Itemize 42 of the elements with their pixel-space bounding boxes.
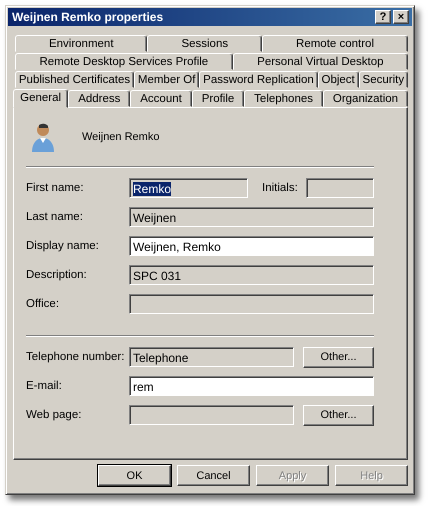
window-title: Weijnen Remko properties <box>12 10 164 24</box>
tab[interactable]: Remote Desktop Services Profile <box>15 53 233 70</box>
tab[interactable]: Organization <box>322 90 408 107</box>
field-label: Description: <box>26 269 88 281</box>
tab[interactable]: Account <box>130 90 192 107</box>
field-label: Initials: <box>262 182 298 194</box>
dialog-button[interactable]: OK <box>98 465 171 486</box>
field-label: Display name: <box>26 240 100 252</box>
text-field[interactable]: Weijnen, Remko <box>129 236 374 256</box>
dialog-button[interactable]: Cancel <box>177 465 250 486</box>
field-label: E-mail: <box>26 380 63 392</box>
tab[interactable]: Sessions <box>147 35 262 52</box>
tab[interactable]: Personal Virtual Desktop <box>232 53 408 70</box>
text-field[interactable] <box>306 178 374 198</box>
tab[interactable]: Password Replication <box>199 71 318 88</box>
text-field[interactable] <box>129 294 374 314</box>
other-button[interactable]: Other... <box>303 346 374 368</box>
help-button[interactable]: ? <box>375 10 391 24</box>
tab[interactable]: Remote control <box>262 35 408 52</box>
other-button[interactable]: Other... <box>303 404 374 426</box>
tab[interactable]: Published Certificates <box>15 71 134 88</box>
user-name: Weijnen Remko <box>82 131 160 143</box>
text-field[interactable] <box>129 405 294 425</box>
field-label: Web page: <box>26 409 82 421</box>
text-field[interactable]: Weijnen <box>129 207 374 227</box>
tab[interactable]: Address <box>68 90 130 107</box>
field-label: Telephone number: <box>26 351 126 363</box>
field-label: Last name: <box>26 211 84 223</box>
tab[interactable]: Profile <box>192 90 244 107</box>
field-label: First name: <box>26 182 85 194</box>
tab[interactable]: Security <box>358 71 408 88</box>
tab[interactable]: Environment <box>15 35 148 52</box>
tab[interactable]: Object <box>318 71 359 88</box>
text-field[interactable]: rem <box>129 376 374 396</box>
text-field[interactable]: SPC 031 <box>129 265 374 285</box>
field-label: Office: <box>26 298 60 310</box>
text-field[interactable]: Telephone <box>129 347 294 367</box>
tab[interactable]: Telephones <box>244 90 323 107</box>
tab[interactable]: General <box>13 89 68 108</box>
close-button[interactable]: × <box>393 10 409 24</box>
tab[interactable]: Member Of <box>134 71 200 88</box>
text-field[interactable]: Remko <box>129 178 248 198</box>
